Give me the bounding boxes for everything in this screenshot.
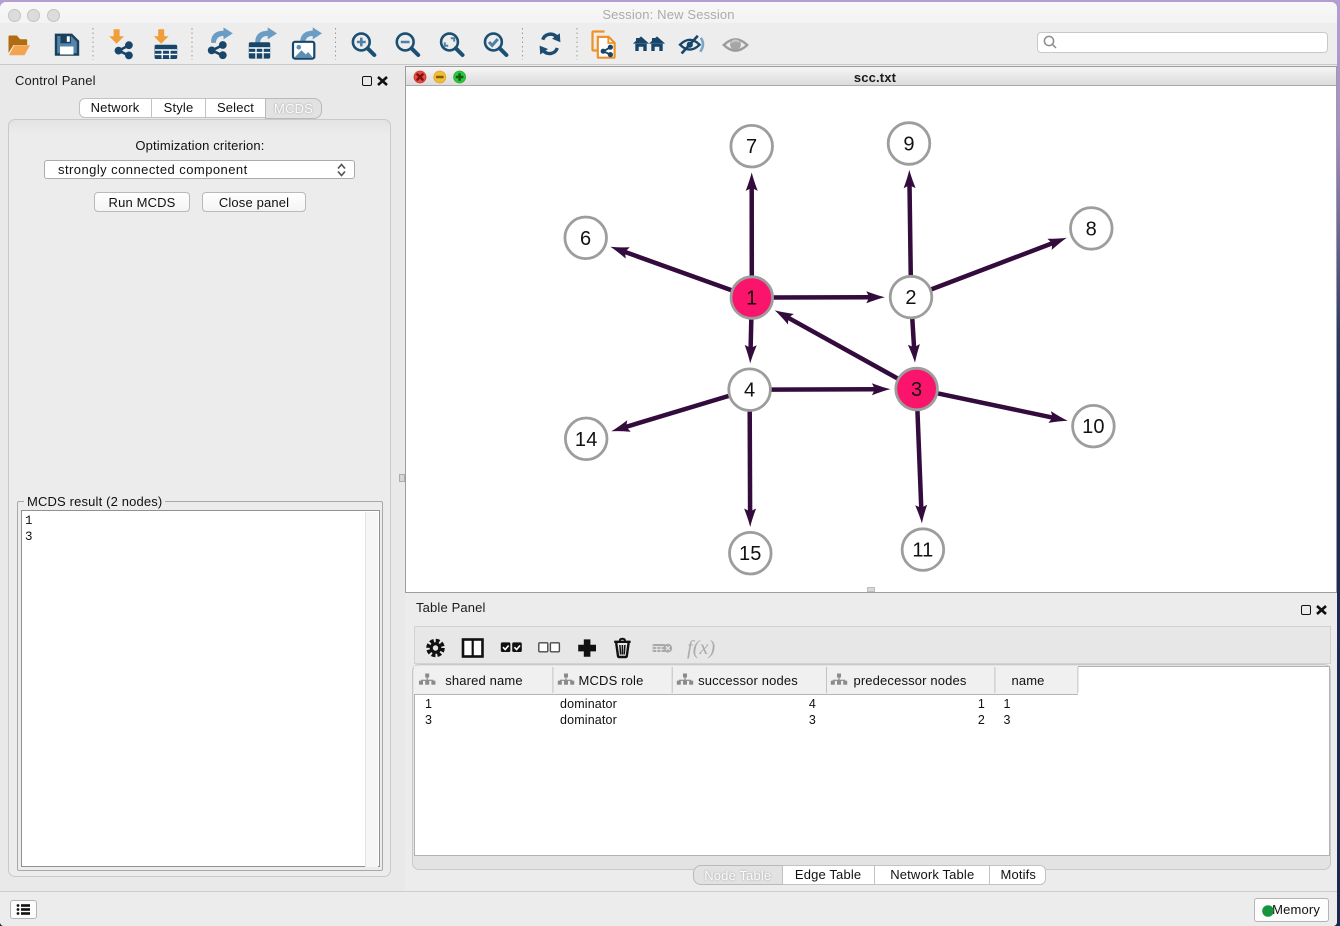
svg-text:4: 4	[744, 380, 755, 402]
svg-text:1: 1	[978, 697, 985, 711]
svg-text:11: 11	[912, 540, 933, 562]
svg-text:3: 3	[425, 713, 432, 727]
svg-text:1: 1	[746, 288, 757, 310]
svg-text:3: 3	[1004, 713, 1011, 727]
svg-text:name: name	[1011, 673, 1044, 688]
svg-text:4: 4	[809, 697, 816, 711]
svg-text:1: 1	[425, 697, 432, 711]
svg-text:3: 3	[911, 379, 922, 401]
svg-text:7: 7	[746, 136, 757, 158]
svg-text:shared name: shared name	[445, 673, 523, 688]
svg-text:2: 2	[905, 287, 916, 309]
svg-text:dominator: dominator	[560, 713, 617, 727]
svg-text:6: 6	[580, 228, 591, 250]
svg-text:2: 2	[978, 713, 985, 727]
svg-text:predecessor nodes: predecessor nodes	[853, 673, 966, 688]
svg-text:successor nodes: successor nodes	[698, 673, 798, 688]
svg-text:dominator: dominator	[560, 697, 617, 711]
svg-text:9: 9	[903, 134, 914, 156]
svg-text:f(x): f(x)	[687, 637, 716, 659]
svg-text:15: 15	[739, 543, 762, 565]
svg-text:1: 1	[1004, 697, 1011, 711]
svg-text:8: 8	[1086, 218, 1097, 240]
svg-text:10: 10	[1082, 416, 1105, 438]
svg-text:MCDS role: MCDS role	[579, 673, 644, 688]
svg-text:3: 3	[809, 713, 816, 727]
svg-text:14: 14	[575, 429, 598, 451]
